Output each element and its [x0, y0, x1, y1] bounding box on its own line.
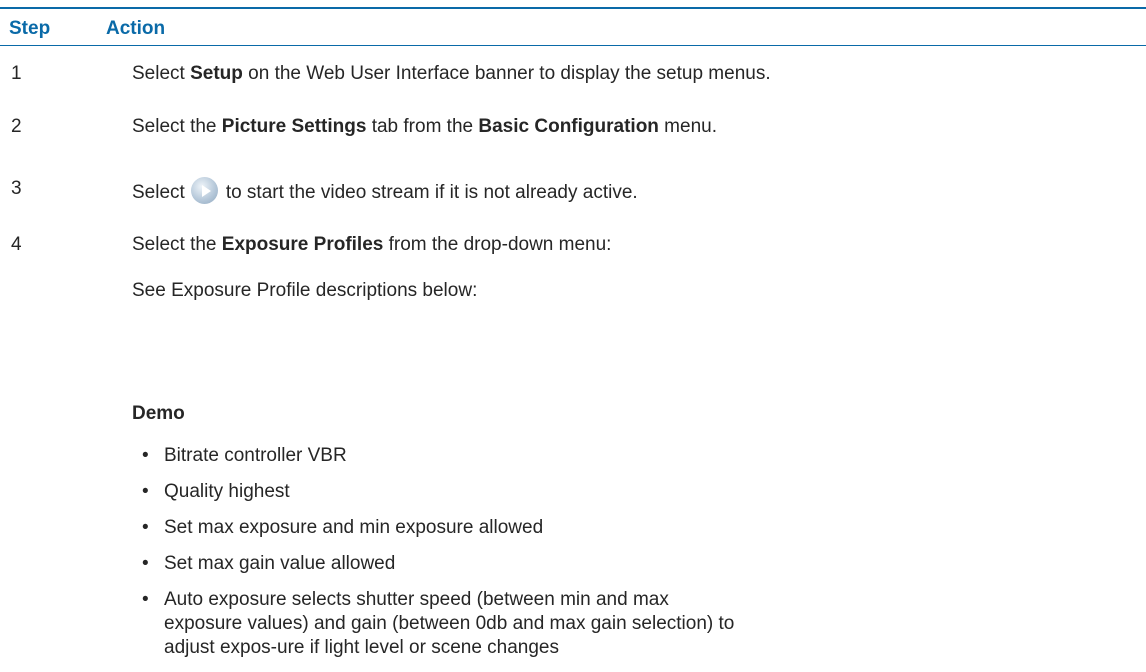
table-header: Step Action — [0, 9, 1146, 46]
step-action-table: Step Action 1 Select Setup on the Web Us… — [0, 0, 1146, 658]
header-action: Action — [106, 18, 166, 39]
step-text: Select to start the video stream if it is… — [132, 177, 638, 205]
play-icon — [190, 177, 218, 204]
list-item: Quality highest — [142, 480, 742, 504]
demo-heading: Demo — [132, 403, 185, 424]
header-step: Step — [9, 18, 51, 39]
demo-bullet-list: Bitrate controller VBR Quality highest S… — [142, 444, 742, 672]
step-number: 2 — [11, 116, 22, 137]
step-number: 3 — [11, 178, 22, 199]
step-number: 4 — [11, 234, 22, 255]
step-text: Select the Picture Settings tab from the… — [132, 116, 717, 137]
list-item: Set max gain value allowed — [142, 552, 742, 576]
list-item: Bitrate controller VBR — [142, 444, 742, 468]
step-text: Select Setup on the Web User Interface b… — [132, 63, 771, 84]
step-text: Select the Exposure Profiles from the dr… — [132, 234, 612, 255]
list-item: Set max exposure and min exposure allowe… — [142, 516, 742, 540]
step-number: 1 — [11, 63, 22, 84]
list-item: Auto exposure selects shutter speed (bet… — [142, 588, 742, 660]
